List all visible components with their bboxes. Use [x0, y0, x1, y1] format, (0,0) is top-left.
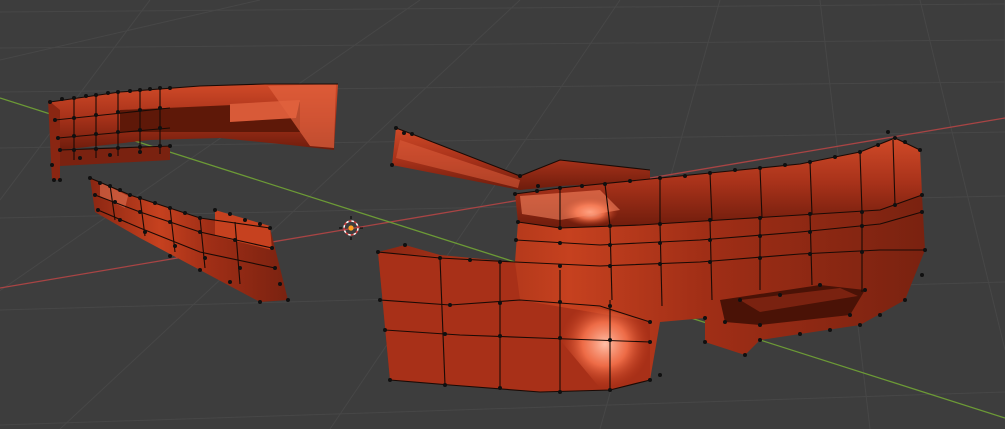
mesh-bumper-right-spoiler[interactable] — [390, 126, 651, 190]
viewport-canvas[interactable] — [0, 0, 1005, 429]
mesh-bumper-left-upper[interactable] — [48, 83, 338, 182]
3d-cursor-icon[interactable] — [339, 216, 363, 240]
3d-viewport[interactable] — [0, 0, 1005, 429]
mesh-bumper-left-lower[interactable] — [88, 176, 290, 304]
